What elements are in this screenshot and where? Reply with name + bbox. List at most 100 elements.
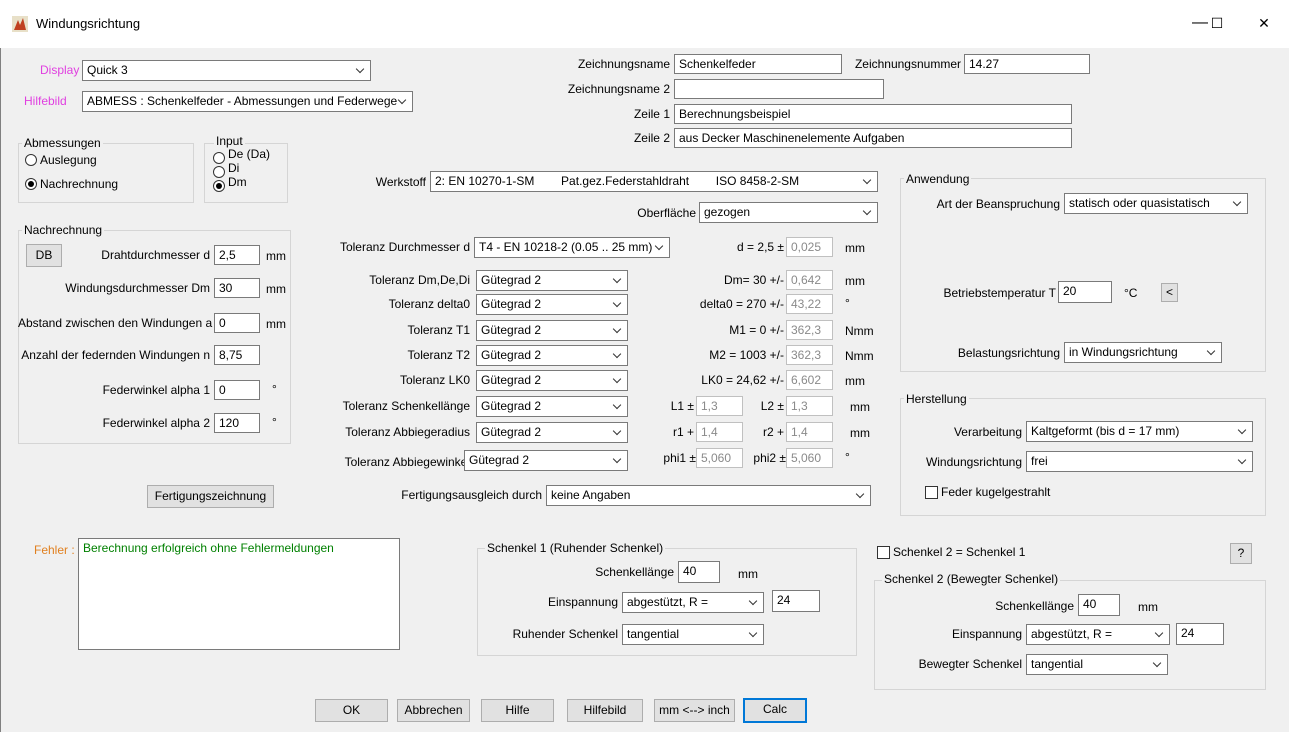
- bewegter-schenkel-label: Bewegter Schenkel: [918, 657, 1022, 671]
- tol-dm-unit: mm: [845, 274, 865, 288]
- zeichnungsname-input[interactable]: Schenkelfeder: [674, 54, 842, 74]
- windungsdurchmesser-input[interactable]: 30: [214, 278, 260, 298]
- window-border: [0, 48, 1, 732]
- federwinkel2-input[interactable]: 120: [214, 413, 260, 433]
- abmessungen-title: Abmessungen: [22, 136, 103, 150]
- zeichnungsname2-input[interactable]: [674, 79, 884, 99]
- zeichnungsname2-label: Zeichnungsname 2: [567, 82, 670, 96]
- tol-winkel-select[interactable]: Gütegrad 2: [464, 450, 628, 471]
- windungsdurchmesser-unit: mm: [266, 282, 286, 296]
- schenkel2-laenge-input[interactable]: 40: [1078, 594, 1120, 616]
- tol-l2-label: L2 ±: [760, 399, 784, 413]
- beanspruchung-label: Art der Beanspruchung: [936, 197, 1060, 211]
- zeichnungsnummer-input[interactable]: 14.27: [964, 54, 1090, 74]
- tol-winkel-unit: °: [845, 450, 850, 464]
- tol-t2-select[interactable]: Gütegrad 2: [476, 345, 628, 366]
- betriebstemperatur-input[interactable]: 20: [1058, 281, 1112, 303]
- tol-t2-result-label: M2 = 1003 +/-: [709, 348, 784, 362]
- tol-delta0-result: 43,22: [786, 294, 833, 314]
- fertigungszeichnung-button[interactable]: Fertigungszeichnung: [147, 485, 274, 508]
- auslegung-radio[interactable]: [25, 154, 37, 166]
- zeile2-input[interactable]: aus Decker Maschinenelemente Aufgaben: [674, 128, 1072, 148]
- beanspruchung-select[interactable]: statisch oder quasistatisch: [1064, 193, 1248, 214]
- schenkel1-r-input[interactable]: 24: [772, 590, 820, 612]
- bewegter-schenkel-select[interactable]: tangential: [1026, 654, 1168, 675]
- calc-button[interactable]: Calc: [743, 698, 807, 723]
- schenkel1-einspannung-label: Einspannung: [547, 595, 618, 609]
- di-radio[interactable]: [213, 166, 225, 178]
- tol-t1-unit: Nmm: [845, 324, 874, 338]
- tol-phi2-label: phi2 ±: [753, 451, 786, 465]
- schenkel-equal-checkbox[interactable]: [877, 546, 890, 559]
- schenkel1-laenge-input[interactable]: 40: [678, 561, 720, 583]
- tol-r1-label: r1 +: [672, 425, 694, 439]
- schenkel2-r-input[interactable]: 24: [1176, 623, 1224, 645]
- hilfebild-button[interactable]: Hilfebild: [567, 699, 643, 722]
- federwinkel1-input[interactable]: 0: [214, 380, 260, 400]
- de-radio[interactable]: [213, 152, 225, 164]
- app-icon: [12, 16, 28, 32]
- hilfebild-label: Hilfebild: [24, 94, 67, 108]
- ok-button[interactable]: OK: [315, 699, 388, 722]
- belastungsrichtung-select[interactable]: in Windungsrichtung: [1064, 342, 1222, 363]
- anzahl-input[interactable]: 8,75: [214, 345, 260, 365]
- tol-delta0-select[interactable]: Gütegrad 2: [476, 294, 628, 315]
- nachrechnung-radio[interactable]: [25, 178, 37, 190]
- tol-radius-select[interactable]: Gütegrad 2: [476, 422, 628, 443]
- windungsrichtung-select[interactable]: frei: [1026, 451, 1253, 472]
- display-select[interactable]: Quick 3: [82, 60, 371, 81]
- tol-r2-result: 1,4: [786, 422, 833, 442]
- fertigungsausgleich-label: Fertigungsausgleich durch: [401, 488, 542, 502]
- federwinkel1-label: Federwinkel alpha 1: [102, 383, 210, 397]
- tol-t1-result: 362,3: [786, 320, 833, 340]
- temp-arrow-button[interactable]: <: [1161, 283, 1178, 302]
- hilfebild-select[interactable]: ABMESS : Schenkelfeder - Abmessungen und…: [82, 91, 413, 112]
- drahtdurchmesser-input[interactable]: 2,5: [214, 245, 260, 265]
- fehler-textbox[interactable]: Berechnung erfolgreich ohne Fehlermeldun…: [78, 538, 400, 650]
- tol-schenkel-unit: mm: [850, 400, 870, 414]
- drahtdurchmesser-unit: mm: [266, 249, 286, 263]
- oberflaeche-select[interactable]: gezogen: [699, 202, 878, 223]
- schenkel-equal-label: Schenkel 2 = Schenkel 1: [893, 545, 1026, 559]
- verarbeitung-select[interactable]: Kaltgeformt (bis d = 17 mm): [1026, 421, 1253, 442]
- zeile1-input[interactable]: Berechnungsbeispiel: [674, 104, 1072, 124]
- tol-durchmesser-result: 0,025: [786, 237, 833, 257]
- kugelgestrahlt-checkbox[interactable]: [925, 486, 938, 499]
- tol-t1-select[interactable]: Gütegrad 2: [476, 320, 628, 341]
- tol-schenkel-select[interactable]: Gütegrad 2: [476, 396, 628, 417]
- tol-l2-result: 1,3: [786, 396, 833, 416]
- schenkel2-einspannung-select[interactable]: abgestützt, R =: [1026, 624, 1170, 645]
- fertigungsausgleich-select[interactable]: keine Angaben: [546, 485, 871, 506]
- de-label: De (Da): [228, 147, 271, 161]
- tol-t1-label: Toleranz T1: [407, 323, 470, 337]
- title-bar: Windungsrichtung — ☐ ✕: [0, 0, 1289, 48]
- herstellung-title: Herstellung: [904, 392, 969, 406]
- tol-durchmesser-select[interactable]: T4 - EN 10218-2 (0.05 .. 25 mm): [474, 237, 670, 258]
- werkstoff-label: Werkstoff: [375, 175, 426, 189]
- drahtdurchmesser-label: Drahtdurchmesser d: [101, 248, 210, 262]
- werkstoff-select[interactable]: 2: EN 10270-1-SM Pat.gez.Federstahldraht…: [430, 171, 878, 192]
- schenkel2-laenge-unit: mm: [1138, 600, 1158, 614]
- tol-delta0-result-label: delta0 = 270 +/-: [699, 297, 784, 311]
- ruhender-schenkel-label: Ruhender Schenkel: [512, 627, 618, 641]
- mm-inch-button[interactable]: mm <--> inch: [654, 699, 735, 722]
- zeile2-label: Zeile 2: [633, 131, 670, 145]
- tol-winkel-label: Toleranz Abbiegewinkel: [344, 455, 470, 469]
- betriebstemperatur-label: Betriebstemperatur T: [943, 286, 1057, 300]
- maximize-icon[interactable]: ☐: [1197, 10, 1237, 36]
- abstand-input[interactable]: 0: [214, 313, 260, 333]
- dm-radio[interactable]: [213, 180, 225, 192]
- help-question-button[interactable]: ?: [1230, 543, 1252, 564]
- ruhender-schenkel-select[interactable]: tangential: [622, 624, 764, 645]
- tol-lk0-select[interactable]: Gütegrad 2: [476, 370, 628, 391]
- nachrechnung-label: Nachrechnung: [40, 177, 119, 191]
- abbrechen-button[interactable]: Abbrechen: [397, 699, 470, 722]
- input-title: Input: [214, 134, 245, 148]
- tol-schenkel-label: Toleranz Schenkellänge: [342, 399, 470, 413]
- tol-l1-result: 1,3: [696, 396, 743, 416]
- tol-r1-result: 1,4: [696, 422, 743, 442]
- schenkel1-einspannung-select[interactable]: abgestützt, R =: [622, 592, 764, 613]
- close-icon[interactable]: ✕: [1244, 10, 1284, 36]
- hilfe-button[interactable]: Hilfe: [481, 699, 554, 722]
- tol-dm-select[interactable]: Gütegrad 2: [476, 270, 628, 291]
